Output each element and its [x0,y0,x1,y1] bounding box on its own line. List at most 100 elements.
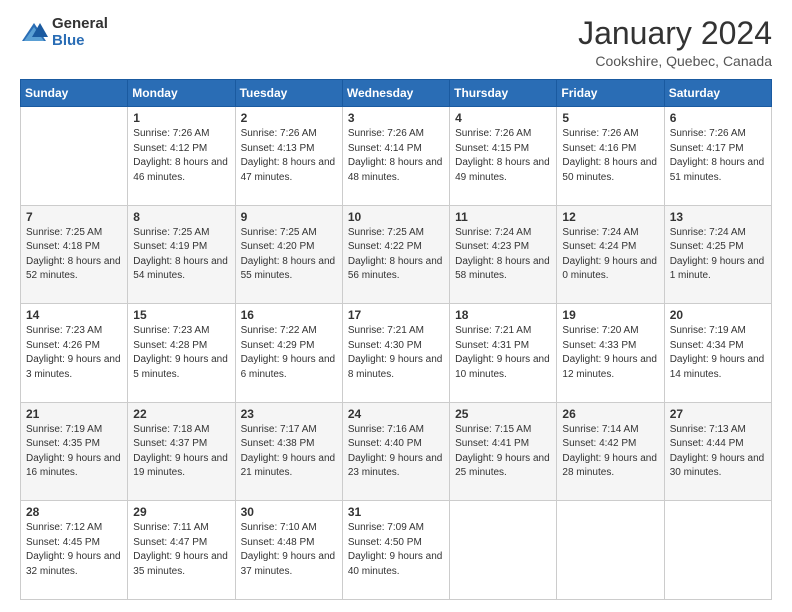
calendar-cell: 23 Sunrise: 7:17 AMSunset: 4:38 PMDayligh… [235,402,342,501]
day-info: Sunrise: 7:26 AMSunset: 4:17 PMDaylight:… [670,127,766,185]
calendar-cell: 26 Sunrise: 7:14 AMSunset: 4:42 PMDayligh… [557,402,664,501]
weekday-header-monday: Monday [128,80,235,107]
day-number: 23 [241,407,337,421]
day-info: Sunrise: 7:20 AMSunset: 4:33 PMDaylight:… [562,324,658,382]
header: General Blue January 2024 Cookshire, Que… [20,16,772,69]
calendar-cell: 17 Sunrise: 7:21 AMSunset: 4:30 PMDayligh… [342,304,449,403]
day-number: 21 [26,407,122,421]
day-number: 29 [133,505,229,519]
day-number: 5 [562,111,658,125]
day-number: 16 [241,308,337,322]
calendar-cell: 7 Sunrise: 7:25 AMSunset: 4:18 PMDaylight… [21,205,128,304]
day-number: 26 [562,407,658,421]
calendar-cell: 27 Sunrise: 7:13 AMSunset: 4:44 PMDayligh… [664,402,771,501]
weekday-header-friday: Friday [557,80,664,107]
day-number: 4 [455,111,551,125]
calendar-cell: 8Sunrise: 7:25 AMSunset: 4:19 PMDaylight… [128,205,235,304]
day-number: 27 [670,407,766,421]
day-info: Sunrise: 7:12 AMSunset: 4:45 PMDaylight:… [26,521,122,579]
calendar-week-1: 7 Sunrise: 7:25 AMSunset: 4:18 PMDaylight… [21,205,772,304]
day-number: 13 [670,210,766,224]
day-info: Sunrise: 7:10 AMSunset: 4:48 PMDaylight:… [241,521,337,579]
day-number: 28 [26,505,122,519]
page: General Blue January 2024 Cookshire, Que… [0,0,792,612]
calendar-week-0: 1 Sunrise: 7:26 AMSunset: 4:12 PMDaylight… [21,107,772,206]
day-info: Sunrise: 7:11 AMSunset: 4:47 PMDaylight:… [133,521,229,579]
day-number: 17 [348,308,444,322]
calendar-cell: 11 Sunrise: 7:24 AMSunset: 4:23 PMDayligh… [450,205,557,304]
logo: General Blue [20,16,108,49]
day-info: Sunrise: 7:17 AMSunset: 4:38 PMDaylight:… [241,423,337,481]
calendar-body: 1 Sunrise: 7:26 AMSunset: 4:12 PMDaylight… [21,107,772,600]
day-info: Sunrise: 7:26 AMSunset: 4:15 PMDaylight:… [455,127,551,185]
calendar-cell: 29 Sunrise: 7:11 AMSunset: 4:47 PMDayligh… [128,501,235,600]
calendar-table: SundayMondayTuesdayWednesdayThursdayFrid… [20,79,772,600]
day-number: 10 [348,210,444,224]
calendar-cell: 18 Sunrise: 7:21 AMSunset: 4:31 PMDayligh… [450,304,557,403]
calendar-cell [450,501,557,600]
calendar-week-2: 14 Sunrise: 7:23 AMSunset: 4:26 PMDayligh… [21,304,772,403]
day-number: 19 [562,308,658,322]
day-info: Sunrise: 7:25 AMSunset: 4:18 PMDaylight:… [26,226,122,284]
day-number: 2 [241,111,337,125]
calendar-cell: 14 Sunrise: 7:23 AMSunset: 4:26 PMDayligh… [21,304,128,403]
day-number: 1 [133,111,229,125]
weekday-header-wednesday: Wednesday [342,80,449,107]
calendar-cell: 1 Sunrise: 7:26 AMSunset: 4:12 PMDaylight… [128,107,235,206]
calendar-cell [557,501,664,600]
calendar-cell: 22Sunrise: 7:18 AMSunset: 4:37 PMDayligh… [128,402,235,501]
day-number: 20 [670,308,766,322]
day-info: Sunrise: 7:16 AMSunset: 4:40 PMDaylight:… [348,423,444,481]
logo-general: General [52,16,108,33]
day-number: 30 [241,505,337,519]
calendar-cell: 28 Sunrise: 7:12 AMSunset: 4:45 PMDayligh… [21,501,128,600]
day-info: Sunrise: 7:19 AMSunset: 4:34 PMDaylight:… [670,324,766,382]
day-info: Sunrise: 7:21 AMSunset: 4:30 PMDaylight:… [348,324,444,382]
calendar-cell [664,501,771,600]
day-info: Sunrise: 7:15 AMSunset: 4:41 PMDaylight:… [455,423,551,481]
day-info: Sunrise: 7:23 AMSunset: 4:26 PMDaylight:… [26,324,122,382]
calendar-cell: 9 Sunrise: 7:25 AMSunset: 4:20 PMDaylight… [235,205,342,304]
calendar-cell: 4 Sunrise: 7:26 AMSunset: 4:15 PMDaylight… [450,107,557,206]
day-info: Sunrise: 7:25 AMSunset: 4:22 PMDaylight:… [348,226,444,284]
logo-blue: Blue [52,33,108,50]
day-number: 8 [133,210,229,224]
day-number: 22 [133,407,229,421]
calendar-cell: 20 Sunrise: 7:19 AMSunset: 4:34 PMDayligh… [664,304,771,403]
day-info: Sunrise: 7:21 AMSunset: 4:31 PMDaylight:… [455,324,551,382]
day-number: 6 [670,111,766,125]
calendar-cell: 6 Sunrise: 7:26 AMSunset: 4:17 PMDaylight… [664,107,771,206]
day-number: 11 [455,210,551,224]
calendar-cell: 16 Sunrise: 7:22 AMSunset: 4:29 PMDayligh… [235,304,342,403]
day-number: 18 [455,308,551,322]
day-info: Sunrise: 7:22 AMSunset: 4:29 PMDaylight:… [241,324,337,382]
logo-text: General Blue [52,16,108,49]
day-info: Sunrise: 7:26 AMSunset: 4:13 PMDaylight:… [241,127,337,185]
calendar-cell: 31 Sunrise: 7:09 AMSunset: 4:50 PMDayligh… [342,501,449,600]
day-info: Sunrise: 7:26 AMSunset: 4:16 PMDaylight:… [562,127,658,185]
month-title: January 2024 [578,16,772,51]
day-info: Sunrise: 7:26 AMSunset: 4:14 PMDaylight:… [348,127,444,185]
day-info: Sunrise: 7:24 AMSunset: 4:23 PMDaylight:… [455,226,551,284]
calendar-week-4: 28 Sunrise: 7:12 AMSunset: 4:45 PMDayligh… [21,501,772,600]
day-number: 7 [26,210,122,224]
day-info: Sunrise: 7:13 AMSunset: 4:44 PMDaylight:… [670,423,766,481]
day-number: 14 [26,308,122,322]
day-info: Sunrise: 7:25 AMSunset: 4:20 PMDaylight:… [241,226,337,284]
weekday-row: SundayMondayTuesdayWednesdayThursdayFrid… [21,80,772,107]
calendar-cell: 12Sunrise: 7:24 AMSunset: 4:24 PMDayligh… [557,205,664,304]
day-info: Sunrise: 7:09 AMSunset: 4:50 PMDaylight:… [348,521,444,579]
calendar-cell: 24Sunrise: 7:16 AMSunset: 4:40 PMDayligh… [342,402,449,501]
weekday-header-thursday: Thursday [450,80,557,107]
calendar-cell: 2 Sunrise: 7:26 AMSunset: 4:13 PMDaylight… [235,107,342,206]
day-info: Sunrise: 7:14 AMSunset: 4:42 PMDaylight:… [562,423,658,481]
day-number: 31 [348,505,444,519]
calendar-cell: 30 Sunrise: 7:10 AMSunset: 4:48 PMDayligh… [235,501,342,600]
calendar-cell: 13Sunrise: 7:24 AMSunset: 4:25 PMDayligh… [664,205,771,304]
calendar-header: SundayMondayTuesdayWednesdayThursdayFrid… [21,80,772,107]
logo-icon [20,19,48,47]
day-number: 25 [455,407,551,421]
day-number: 9 [241,210,337,224]
calendar-cell: 3Sunrise: 7:26 AMSunset: 4:14 PMDaylight… [342,107,449,206]
day-info: Sunrise: 7:26 AMSunset: 4:12 PMDaylight:… [133,127,229,185]
